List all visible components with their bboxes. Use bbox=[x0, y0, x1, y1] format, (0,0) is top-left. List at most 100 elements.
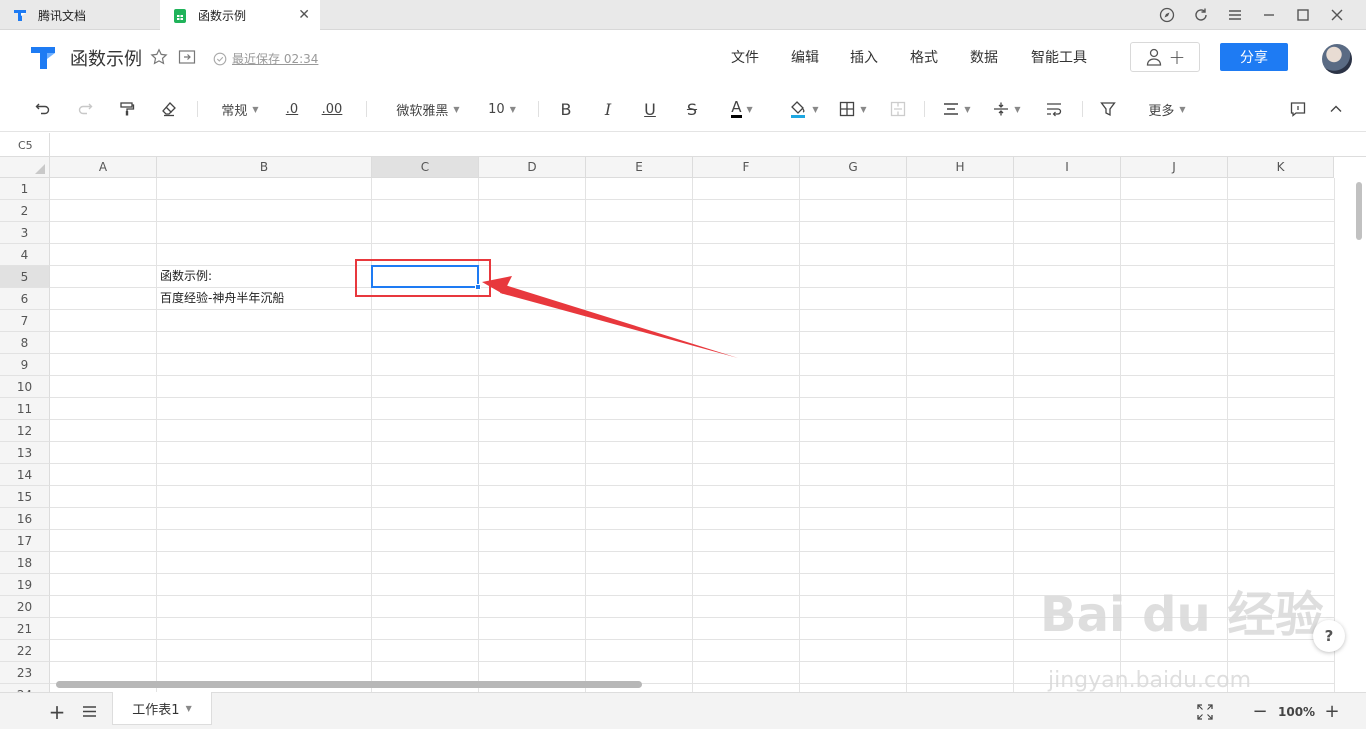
comment-icon[interactable] bbox=[1286, 86, 1310, 132]
zoom-level[interactable]: 100% bbox=[1278, 693, 1315, 730]
avatar[interactable] bbox=[1322, 44, 1352, 74]
annotation-arrow bbox=[482, 276, 738, 358]
menu-smart-tools[interactable]: 智能工具 bbox=[1031, 47, 1087, 67]
menu-insert[interactable]: 插入 bbox=[850, 47, 878, 67]
share-button[interactable]: 分享 bbox=[1220, 43, 1288, 71]
star-icon[interactable] bbox=[150, 48, 168, 70]
document-title[interactable]: 函数示例 bbox=[70, 45, 142, 71]
column-header-j[interactable]: J bbox=[1121, 157, 1228, 178]
row-gridline bbox=[50, 397, 1334, 398]
tab-tencent-docs[interactable]: 腾讯文档 bbox=[0, 0, 160, 30]
fullscreen-icon[interactable] bbox=[1194, 693, 1216, 730]
zoom-out-icon[interactable]: − bbox=[1250, 693, 1270, 730]
tab-function-example[interactable]: 函数示例 ✕ bbox=[160, 0, 320, 31]
fill-color-button[interactable]: ▼ bbox=[786, 86, 822, 132]
row-header-11[interactable]: 11 bbox=[0, 398, 50, 420]
tab-label: 腾讯文档 bbox=[38, 8, 87, 23]
number-format-select[interactable]: 常规 ▼ bbox=[214, 86, 266, 132]
font-family-label: 微软雅黑 bbox=[396, 103, 449, 119]
row-header-23[interactable]: 23 bbox=[0, 662, 50, 684]
undo-icon[interactable] bbox=[30, 86, 56, 132]
chevron-down-icon: ▼ bbox=[252, 104, 259, 114]
help-button[interactable]: ? bbox=[1313, 620, 1345, 652]
formula-input[interactable] bbox=[51, 133, 1366, 157]
column-header-h[interactable]: H bbox=[907, 157, 1014, 178]
add-sheet-icon[interactable]: + bbox=[46, 693, 68, 730]
increase-decimal-button[interactable]: .00 bbox=[318, 86, 346, 132]
title-bar: 腾讯文档 函数示例 ✕ bbox=[0, 0, 1366, 31]
sheet-bar: + 工作表1 ▼ − 100% + bbox=[0, 692, 1366, 729]
row-header-19[interactable]: 19 bbox=[0, 574, 50, 596]
row-header-22[interactable]: 22 bbox=[0, 640, 50, 662]
add-collaborator-button[interactable]: + bbox=[1130, 42, 1200, 72]
clear-format-icon[interactable] bbox=[156, 86, 182, 132]
maximize-icon[interactable] bbox=[1286, 0, 1320, 30]
redo-icon[interactable] bbox=[72, 86, 98, 132]
chevron-down-icon: ▼ bbox=[1179, 104, 1186, 114]
row-header-10[interactable]: 10 bbox=[0, 376, 50, 398]
italic-button[interactable]: I bbox=[598, 86, 618, 132]
user-icon bbox=[1146, 48, 1161, 66]
underline-button[interactable]: U bbox=[640, 86, 660, 132]
menu-format[interactable]: 格式 bbox=[910, 47, 938, 67]
chevron-down-icon: ▼ bbox=[746, 104, 753, 114]
move-to-folder-icon[interactable] bbox=[178, 48, 196, 70]
font-size-select[interactable]: 10 ▼ bbox=[482, 86, 522, 132]
close-icon[interactable] bbox=[1320, 0, 1354, 30]
vertical-align-button[interactable]: ▼ bbox=[990, 86, 1024, 132]
vertical-scrollbar[interactable] bbox=[1356, 182, 1362, 240]
more-button[interactable]: 更多 ▼ bbox=[1142, 86, 1192, 132]
menu-icon[interactable] bbox=[1218, 0, 1252, 30]
row-header-18[interactable]: 18 bbox=[0, 552, 50, 574]
save-status[interactable]: 最近保存 02:34 bbox=[213, 50, 318, 67]
row-gridline bbox=[50, 441, 1334, 442]
format-painter-icon[interactable] bbox=[114, 86, 140, 132]
font-family-select[interactable]: 微软雅黑 ▼ bbox=[388, 86, 468, 132]
sheet-tab-1[interactable]: 工作表1 ▼ bbox=[112, 692, 212, 725]
wrap-text-icon[interactable] bbox=[1042, 86, 1066, 132]
row-header-14[interactable]: 14 bbox=[0, 464, 50, 486]
row-header-21[interactable]: 21 bbox=[0, 618, 50, 640]
bold-button[interactable]: B bbox=[556, 86, 576, 132]
row-header-24[interactable]: 24 bbox=[0, 684, 50, 692]
check-circle-icon bbox=[213, 52, 227, 65]
column-header-g[interactable]: G bbox=[800, 157, 907, 178]
row-header-16[interactable]: 16 bbox=[0, 508, 50, 530]
cell-reference-box[interactable]: C5 bbox=[0, 133, 50, 157]
close-tab-icon[interactable]: ✕ bbox=[298, 7, 310, 23]
row-header-12[interactable]: 12 bbox=[0, 420, 50, 442]
collapse-toolbar-icon[interactable] bbox=[1324, 86, 1348, 132]
sheet-list-icon[interactable] bbox=[78, 693, 100, 730]
horizontal-scrollbar[interactable] bbox=[56, 681, 642, 688]
row-gridline bbox=[50, 507, 1334, 508]
filter-icon[interactable] bbox=[1096, 86, 1120, 132]
refresh-icon[interactable] bbox=[1184, 0, 1218, 30]
more-label: 更多 bbox=[1148, 103, 1175, 119]
menu-edit[interactable]: 编辑 bbox=[791, 47, 819, 67]
formula-bar: C5 bbox=[0, 133, 1366, 157]
minimize-icon[interactable] bbox=[1252, 0, 1286, 30]
decrease-decimal-label: .0 bbox=[285, 101, 299, 117]
row-header-20[interactable]: 20 bbox=[0, 596, 50, 618]
merge-cells-icon[interactable] bbox=[886, 86, 910, 132]
borders-button[interactable]: ▼ bbox=[836, 86, 870, 132]
font-color-button[interactable]: A ▼ bbox=[724, 86, 760, 132]
row-header-15[interactable]: 15 bbox=[0, 486, 50, 508]
chevron-down-icon: ▼ bbox=[860, 104, 867, 114]
decrease-decimal-button[interactable]: .0 bbox=[280, 86, 304, 132]
horizontal-align-button[interactable]: ▼ bbox=[940, 86, 974, 132]
menu-file[interactable]: 文件 bbox=[731, 47, 759, 67]
zoom-in-icon[interactable]: + bbox=[1322, 693, 1342, 730]
column-header-i[interactable]: I bbox=[1014, 157, 1121, 178]
menu-data[interactable]: 数据 bbox=[970, 47, 998, 67]
compass-icon[interactable] bbox=[1150, 0, 1184, 30]
row-header-13[interactable]: 13 bbox=[0, 442, 50, 464]
save-status-text: 最近保存 02:34 bbox=[232, 52, 319, 66]
strikethrough-button[interactable]: S bbox=[682, 86, 702, 132]
tencent-docs-logo-icon[interactable] bbox=[29, 43, 57, 71]
font-color-icon: A bbox=[731, 98, 742, 118]
column-header-k[interactable]: K bbox=[1228, 157, 1334, 178]
row-gridline bbox=[50, 485, 1334, 486]
number-format-label: 常规 bbox=[221, 103, 248, 119]
row-header-17[interactable]: 17 bbox=[0, 530, 50, 552]
